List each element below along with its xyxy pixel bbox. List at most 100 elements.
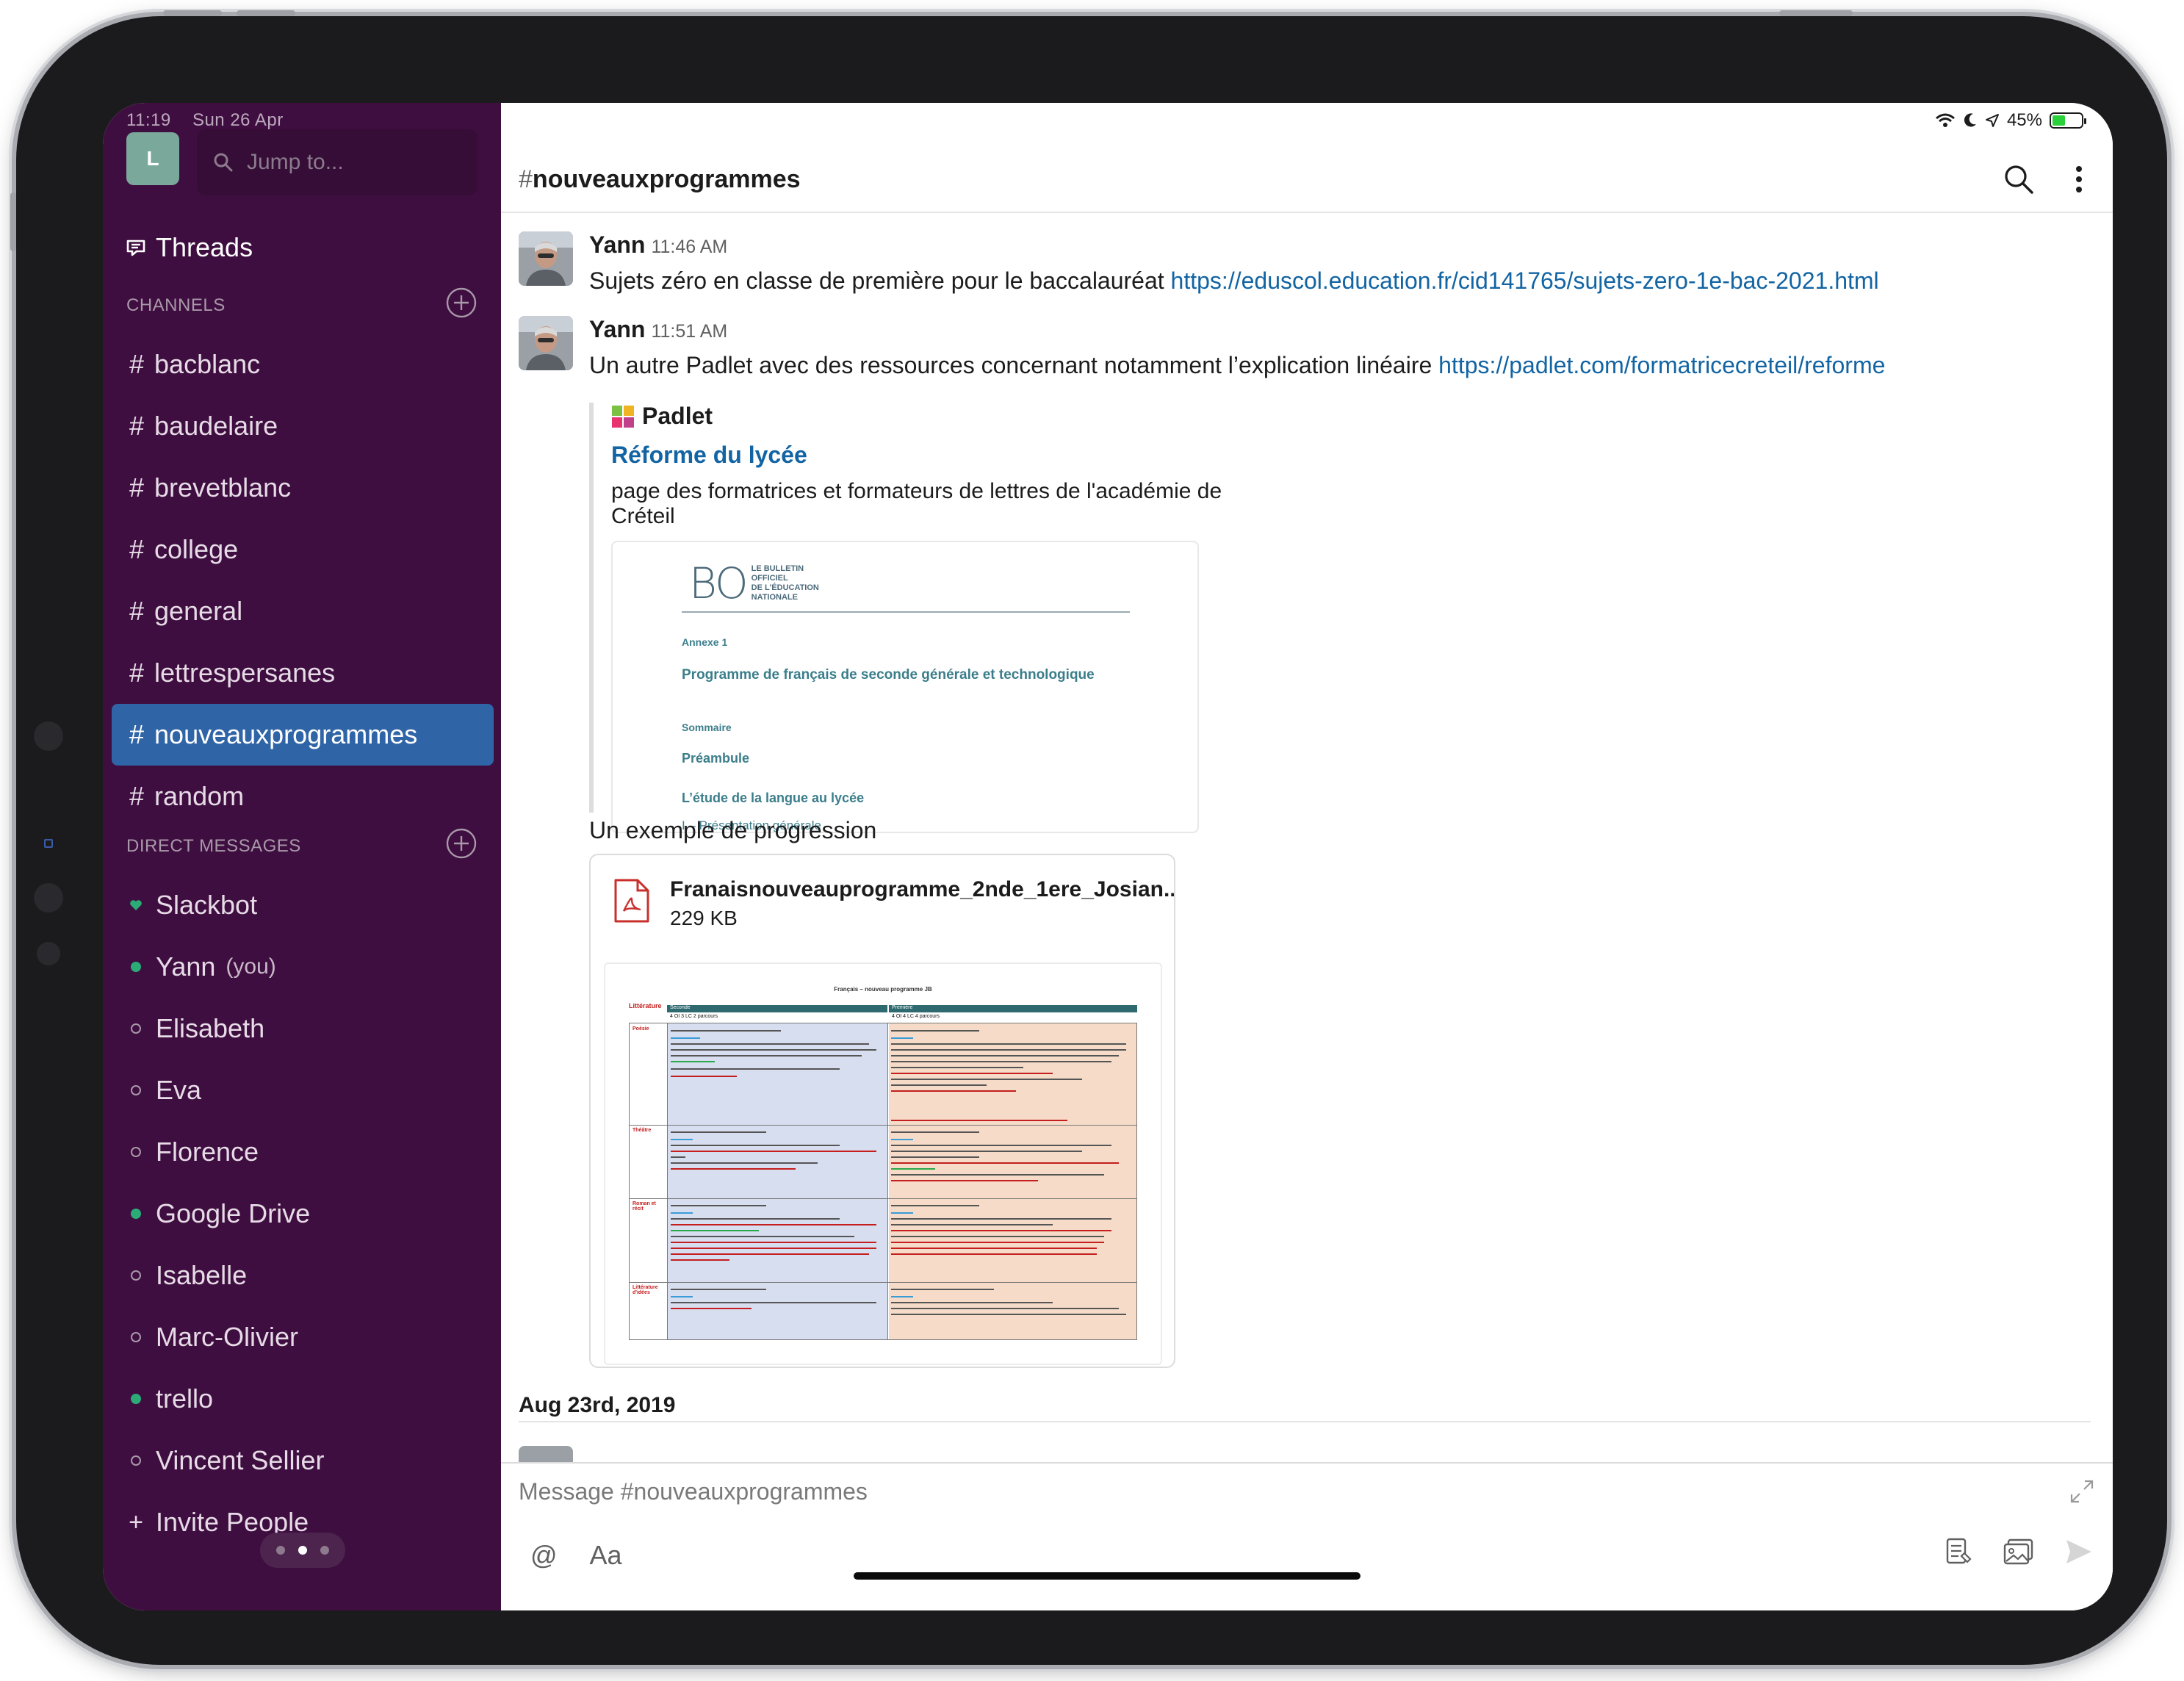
expand-icon[interactable] <box>2069 1478 2095 1505</box>
workspace-avatar[interactable]: L <box>126 132 179 185</box>
mention-button[interactable]: @ <box>530 1540 558 1571</box>
preview-row-label: Roman et récit <box>633 1201 656 1212</box>
pdf-file-icon <box>614 879 649 923</box>
unfurl-title[interactable]: Réforme du lycée <box>611 442 1250 469</box>
message-author[interactable]: Yann <box>589 316 645 342</box>
message-time[interactable]: 11:51 AM <box>651 321 727 342</box>
file-attachment[interactable]: Franaisnouveauprogramme_2nde_1ere_Josian… <box>589 854 1175 1368</box>
dm-item-slackbot[interactable]: Slackbot <box>112 874 494 936</box>
channel-item-nouveauxprogrammes[interactable]: # nouveauxprogrammes <box>112 704 494 766</box>
dm-item-yann[interactable]: Yann (you) <box>112 936 494 998</box>
channel-name: lettrespersanes <box>154 658 336 688</box>
send-icon[interactable] <box>2064 1538 2094 1566</box>
jump-to-search[interactable]: Jump to... <box>197 129 477 195</box>
channel-title-name: nouveauxprogrammes <box>532 165 801 193</box>
dm-heading: DIRECT MESSAGES <box>126 836 301 856</box>
channel-item-random[interactable]: # random <box>112 766 494 827</box>
dm-item-eva[interactable]: Eva <box>112 1059 494 1121</box>
dm-item-google-drive[interactable]: Google Drive <box>112 1183 494 1245</box>
annex-label: Annexe 1 <box>682 636 728 648</box>
dm-name: Google Drive <box>156 1198 311 1228</box>
nav-threads[interactable]: Threads <box>125 232 253 263</box>
channel-item-lettrespersanes[interactable]: # lettrespersanes <box>112 642 494 704</box>
dm-item-vincent-sellier[interactable]: Vincent Sellier <box>112 1430 494 1491</box>
online-status-icon <box>129 962 143 972</box>
more-vertical-icon[interactable] <box>2075 165 2083 194</box>
preview-subheader: 4 OI 3 LC 2 parcours <box>670 1014 718 1019</box>
away-status-icon <box>129 1270 143 1281</box>
message-composer[interactable]: Message #nouveauxprogrammes @ Aa <box>501 1462 2113 1610</box>
add-dm-icon[interactable] <box>445 827 477 860</box>
followup-message-text: Un exemple de progression <box>589 817 877 843</box>
channel-item-general[interactable]: # general <box>112 580 494 642</box>
message-input[interactable]: Message #nouveauxprogrammes <box>519 1478 868 1505</box>
preview-row-label: Littérature d'idées <box>633 1285 658 1295</box>
ipad-frame: 11:19 Sun 26 Apr L Jump to... Threads CH… <box>10 10 2167 1665</box>
dm-name: Elisabeth <box>156 1013 265 1043</box>
user-avatar-partial[interactable] <box>519 1446 573 1462</box>
wifi-icon <box>1935 113 1955 127</box>
jump-placeholder: Jump to... <box>247 150 344 174</box>
status-bar-right: 45% <box>1928 110 2086 131</box>
hash-icon: # <box>129 596 145 626</box>
link-unfurl[interactable]: Padlet Réforme du lycée page des formatr… <box>589 403 1250 833</box>
preview-column-header: Seconde <box>667 1005 887 1012</box>
preview-row-label: Théâtre <box>633 1128 652 1133</box>
channel-item-brevetblanc[interactable]: # brevetblanc <box>112 457 494 519</box>
dm-section-header[interactable]: DIRECT MESSAGES <box>126 828 479 859</box>
plus-icon: + <box>129 1508 143 1536</box>
away-status-icon <box>129 1023 143 1034</box>
unfurl-preview-image[interactable]: BO LE BULLETIN OFFICIEL DE L'ÉDUCATION N… <box>611 541 1199 833</box>
preview-heading: Programme de français de seconde général… <box>682 667 1095 683</box>
away-status-icon <box>129 1147 143 1157</box>
threads-label: Threads <box>156 232 253 262</box>
preview-table: Poésie Théâtre Roman et récit Littératur… <box>629 1023 1137 1340</box>
message-time[interactable]: 11:46 AM <box>651 237 727 257</box>
format-button[interactable]: Aa <box>590 1540 622 1571</box>
message-body: Yann 11:46 AM Sujets zéro en classe de pr… <box>589 231 2088 295</box>
location-icon <box>1985 114 1999 127</box>
file-name[interactable]: Franaisnouveauprogramme_2nde_1ere_Josian… <box>670 877 1174 902</box>
search-icon[interactable] <box>2003 163 2035 195</box>
dm-item-trello[interactable]: trello <box>112 1368 494 1430</box>
hash-icon: # <box>129 472 145 503</box>
dm-name: Isabelle <box>156 1260 248 1290</box>
dm-name: Eva <box>156 1075 202 1105</box>
photo-attach-icon[interactable] <box>2003 1537 2035 1566</box>
dm-name: trello <box>156 1383 214 1414</box>
dm-item-elisabeth[interactable]: Elisabeth <box>112 998 494 1059</box>
message-text-content: Un autre Padlet avec des ressources conc… <box>589 352 1439 378</box>
channel-item-baudelaire[interactable]: # baudelaire <box>112 395 494 457</box>
unfurl-source-name: Padlet <box>642 403 713 429</box>
file-header: Franaisnouveauprogramme_2nde_1ere_Josian… <box>613 877 1174 930</box>
composer-right-actions <box>1916 1537 2094 1566</box>
dm-item-marc-olivier[interactable]: Marc-Olivier <box>112 1306 494 1368</box>
channels-section-header[interactable]: CHANNELS <box>126 287 479 318</box>
channel-item-bacblanc[interactable]: # bacblanc <box>112 334 494 395</box>
message-link[interactable]: https://padlet.com/formatricecreteil/ref… <box>1438 352 1885 378</box>
preview-row-label: Poésie <box>633 1026 649 1032</box>
message-link[interactable]: https://eduscol.education.fr/cid141765/s… <box>1171 267 1879 294</box>
channel-hash: # <box>519 165 533 193</box>
dm-item-isabelle[interactable]: Isabelle <box>112 1245 494 1306</box>
top-button <box>237 10 295 16</box>
add-channel-icon[interactable] <box>445 287 477 319</box>
main-panel: 45% #nouveauxprogrammes Yann 11:46 AM Su… <box>501 103 2113 1610</box>
message-author[interactable]: Yann <box>589 231 645 258</box>
volume-button <box>10 192 16 251</box>
unfurl-description: page des formatrices et formateurs de le… <box>611 479 1222 528</box>
user-avatar[interactable] <box>519 231 573 286</box>
file-preview[interactable]: Français – nouveau programme JB Littérat… <box>604 962 1162 1365</box>
camera-dot <box>34 883 63 913</box>
sidebar: 11:19 Sun 26 Apr L Jump to... Threads CH… <box>103 103 501 1610</box>
date-divider-label: Aug 23rd, 2019 <box>519 1393 676 1417</box>
channel-item-college[interactable]: # college <box>112 519 494 580</box>
dm-item-florence[interactable]: Florence <box>112 1121 494 1183</box>
away-status-icon <box>129 1332 143 1342</box>
shortcuts-icon[interactable] <box>1945 1537 1973 1566</box>
page-dot-active <box>298 1546 307 1555</box>
sensor-icon <box>44 839 53 848</box>
user-avatar[interactable] <box>519 316 573 370</box>
online-status-icon <box>129 1209 143 1219</box>
channel-name: baudelaire <box>154 411 278 441</box>
